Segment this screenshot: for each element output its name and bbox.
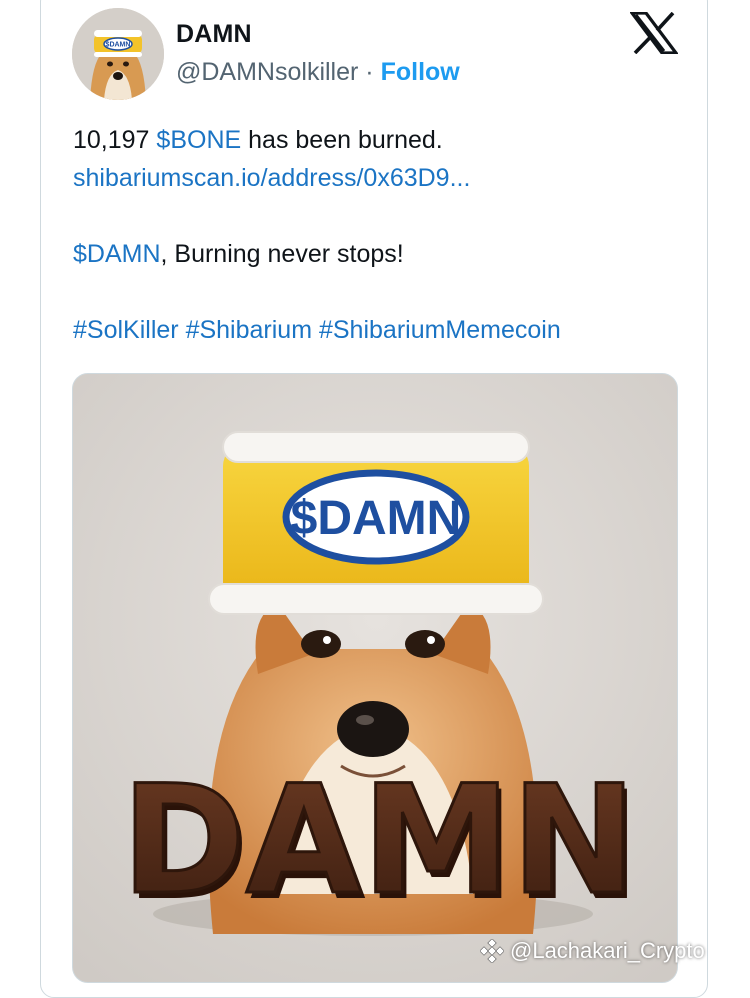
burn-suffix: has been burned. — [241, 126, 443, 154]
watermark: @Lachakari_Crypto — [480, 938, 705, 964]
shibariumscan-link[interactable]: shibariumscan.io/address/0x63D9... — [73, 164, 470, 192]
avatar-hat-label: $DAMN — [106, 42, 131, 49]
x-logo-icon[interactable] — [630, 12, 678, 54]
cashtag-bone-link[interactable]: $BONE — [156, 126, 241, 154]
burn-amount: 10,197 — [73, 126, 157, 154]
avatar-image: $DAMN — [72, 8, 164, 100]
hashtag-shibariummemecoin[interactable]: #ShibariumMemecoin — [319, 316, 561, 344]
hashtag-solkiller[interactable]: #SolKiller — [73, 316, 179, 344]
tweet-media-image[interactable]: $DAMN DAMN DAMN — [72, 373, 678, 983]
separator: · — [365, 58, 374, 86]
tweet-line-burn: 10,197 $BONE has been burned. — [73, 122, 443, 158]
cashtag-damn-link[interactable]: $DAMN — [73, 240, 161, 268]
tweet-line-link: shibariumscan.io/address/0x63D9... — [73, 160, 470, 196]
handle[interactable]: @DAMNsolkiller — [176, 58, 358, 86]
watermark-text: @Lachakari_Crypto — [510, 938, 705, 963]
binance-square-icon — [480, 939, 504, 963]
hat-label: $DAMN — [291, 492, 462, 545]
display-name[interactable]: DAMN — [176, 20, 252, 49]
chocolate-text: DAMN — [121, 754, 636, 928]
tweet-line-damn: $DAMN, Burning never stops! — [73, 236, 404, 272]
tweet-line-hashtags: #SolKiller #Shibarium #ShibariumMemecoin — [73, 312, 561, 348]
avatar[interactable]: $DAMN — [72, 8, 164, 100]
media-illustration: $DAMN DAMN DAMN — [73, 374, 677, 982]
damn-suffix: , Burning never stops! — [160, 240, 404, 268]
hashtag-shibarium[interactable]: #Shibarium — [186, 316, 312, 344]
handle-row: @DAMNsolkiller · Follow — [176, 58, 460, 87]
follow-button[interactable]: Follow — [381, 58, 460, 86]
